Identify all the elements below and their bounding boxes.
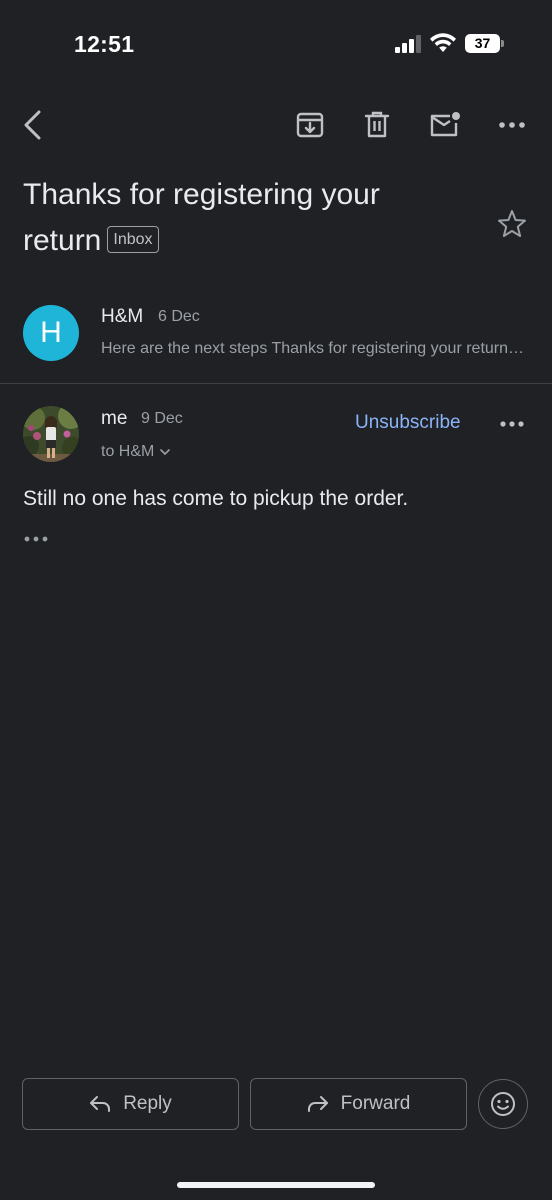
message-toolbar (0, 100, 552, 150)
message-more-icon[interactable] (496, 410, 528, 438)
battery-icon: 37 (465, 34, 505, 53)
message-body: Still no one has come to pickup the orde… (23, 487, 409, 510)
message-snippet: Here are the next steps Thanks for regis… (101, 340, 526, 357)
wifi-icon (430, 33, 456, 52)
message-date: 9 Dec (141, 410, 183, 427)
trash-icon[interactable] (352, 100, 402, 150)
sender-name: H&M (101, 306, 144, 327)
status-time: 12:51 (74, 31, 135, 57)
star-icon[interactable] (496, 208, 528, 240)
message-date: 6 Dec (158, 308, 200, 325)
my-avatar[interactable] (23, 406, 79, 462)
recipient-details-toggle[interactable]: to H&M (101, 443, 171, 461)
battery-level: 37 (465, 34, 500, 53)
forward-button[interactable]: Forward (250, 1078, 467, 1130)
chevron-down-icon (160, 448, 171, 455)
collapsed-message[interactable]: H H&M 6 Dec Here are the next steps Than… (0, 296, 552, 382)
archive-icon[interactable] (285, 100, 335, 150)
reply-icon (90, 1096, 111, 1112)
inbox-label-chip[interactable]: Inbox (107, 225, 159, 253)
recipient-line: to H&M (101, 443, 155, 460)
home-indicator[interactable] (177, 1182, 375, 1188)
unsubscribe-link[interactable]: Unsubscribe (355, 412, 461, 434)
forward-label: Forward (340, 1093, 411, 1114)
sender-avatar: H (23, 305, 79, 361)
thread-subject: Thanks for registering your return Inbox (23, 172, 463, 264)
show-trimmed-content-icon[interactable] (22, 529, 50, 549)
cellular-signal-icon (395, 35, 421, 53)
battery-cap (501, 40, 504, 47)
mark-unread-icon[interactable] (420, 100, 470, 150)
status-bar: 12:51 37 (0, 0, 552, 90)
forward-icon (307, 1096, 328, 1112)
smiley-face-icon (491, 1092, 515, 1116)
reply-label: Reply (123, 1093, 172, 1114)
back-arrow-icon[interactable] (8, 100, 58, 150)
emoji-reaction-button[interactable] (478, 1079, 528, 1129)
message-divider (0, 383, 552, 384)
sender-name: me (101, 408, 128, 429)
more-horizontal-icon[interactable] (487, 100, 537, 150)
reply-button[interactable]: Reply (22, 1078, 239, 1130)
email-thread-screen: 12:51 37 Thanks for registering your ret… (0, 0, 552, 1200)
subject-text: Thanks for registering your return (23, 178, 380, 257)
